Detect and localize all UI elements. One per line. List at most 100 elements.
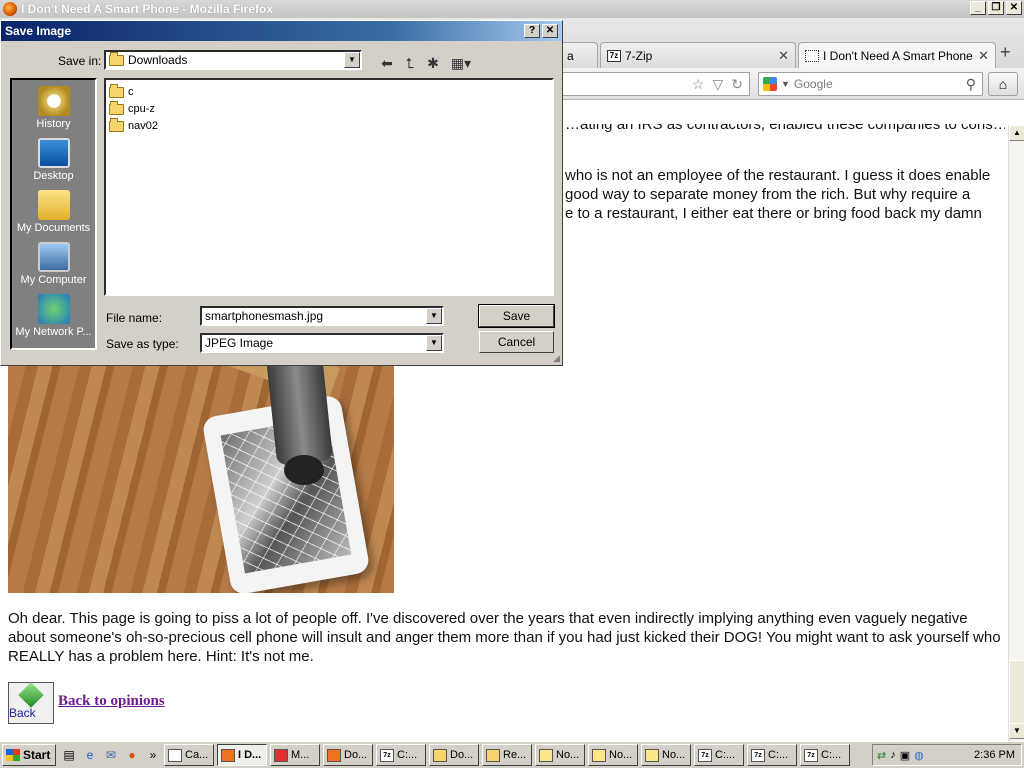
view-menu-icon[interactable]: ▦▾ xyxy=(448,54,474,72)
page-scrollbar[interactable]: ▲ ▼ xyxy=(1008,125,1024,741)
cancel-button[interactable]: Cancel xyxy=(479,331,554,353)
file-name-field[interactable]: smartphonesmash.jpg ▼ xyxy=(200,306,444,326)
task-button-firefox[interactable]: I D... xyxy=(217,744,267,766)
device-icon[interactable]: ▣ xyxy=(900,749,910,762)
chevron-down-icon[interactable]: ▼ xyxy=(426,335,442,351)
search-icon[interactable]: ⚲ xyxy=(966,76,976,93)
task-button[interactable]: Do... xyxy=(323,744,373,766)
list-item[interactable]: nav02 xyxy=(109,117,549,135)
tab-close-icon[interactable]: ✕ xyxy=(978,48,989,64)
back-arrow-icon[interactable]: ⬅ xyxy=(377,54,397,72)
more-chevron-icon[interactable]: » xyxy=(145,747,161,763)
7zip-icon: 7z xyxy=(698,748,712,762)
task-button[interactable]: No... xyxy=(641,744,691,766)
home-button[interactable]: ⌂ xyxy=(988,72,1018,96)
tab-close-icon[interactable]: ✕ xyxy=(778,48,789,64)
folder-icon xyxy=(486,748,500,762)
chevron-down-icon[interactable]: ▼ xyxy=(344,52,360,68)
resize-grip-icon[interactable]: ◢ xyxy=(553,353,560,364)
task-button[interactable]: 7z C:... xyxy=(694,744,744,766)
tab-smartphone-page[interactable]: I Don't Need A Smart Phone ✕ xyxy=(798,42,996,68)
task-button[interactable]: Re... xyxy=(482,744,532,766)
my-documents-icon xyxy=(37,190,70,220)
back-icon-label: Back xyxy=(9,706,36,720)
save-button[interactable]: Save xyxy=(478,304,555,328)
back-to-opinions-link[interactable]: Back to opinions xyxy=(58,693,165,710)
search-bar[interactable]: ▼ Google ⚲ xyxy=(758,72,983,96)
tab-label: a xyxy=(567,48,574,63)
scroll-up-button[interactable]: ▲ xyxy=(1009,125,1024,141)
email-icon[interactable]: ✉ xyxy=(103,747,119,763)
task-button[interactable]: No... xyxy=(535,744,585,766)
task-label: Re... xyxy=(503,749,527,761)
scroll-thumb[interactable] xyxy=(1009,660,1024,724)
notepad-icon xyxy=(539,748,553,762)
google-icon[interactable] xyxy=(763,77,777,91)
folder-icon xyxy=(109,100,124,115)
task-button[interactable]: 7z C:... xyxy=(800,744,850,766)
place-label: History xyxy=(36,118,71,130)
smashed-phone-image[interactable] xyxy=(8,363,394,593)
ie-icon[interactable]: e xyxy=(82,747,98,763)
notepad-icon xyxy=(592,748,606,762)
save-as-type-dropdown[interactable]: JPEG Image ▼ xyxy=(200,333,444,353)
place-my-network[interactable]: My Network P... xyxy=(12,294,95,338)
reload-icon[interactable]: ↻ xyxy=(731,76,743,93)
task-button[interactable]: M... xyxy=(270,744,320,766)
task-label: Ca... xyxy=(185,749,209,761)
my-network-icon xyxy=(37,294,70,324)
task-button[interactable]: 7z C:... xyxy=(747,744,797,766)
new-folder-icon[interactable]: ✱ xyxy=(423,54,443,72)
dialog-close-button[interactable]: ✕ xyxy=(542,24,558,38)
my-computer-icon xyxy=(37,242,70,272)
list-item[interactable]: cpu-z xyxy=(109,100,549,118)
show-desktop-icon[interactable]: ▤ xyxy=(61,747,77,763)
firefox-icon xyxy=(221,748,235,762)
task-label: C:... xyxy=(715,749,736,761)
save-in-label: Save in: xyxy=(58,54,102,68)
task-button[interactable]: Do... xyxy=(429,744,479,766)
file-list[interactable]: c cpu-z nav02 xyxy=(104,78,554,296)
opera-icon xyxy=(274,748,288,762)
volume-icon[interactable]: ♪ xyxy=(890,749,896,761)
new-tab-button[interactable]: + xyxy=(1000,42,1011,63)
history-dropdown-icon[interactable]: ▽ xyxy=(712,76,723,93)
file-name: cpu-z xyxy=(128,103,155,115)
help-button[interactable]: ? xyxy=(524,24,540,38)
partial-line: …ating an IRS as contractors, enabled th… xyxy=(565,116,1005,133)
scroll-down-button[interactable]: ▼ xyxy=(1009,723,1024,739)
save-in-value: Downloads xyxy=(128,53,188,67)
tab-7zip[interactable]: 7z 7-Zip ✕ xyxy=(600,42,796,68)
task-button[interactable]: Ca... xyxy=(164,744,214,766)
task-button[interactable]: No... xyxy=(588,744,638,766)
hammer-face xyxy=(284,455,324,485)
bookmark-star-icon[interactable]: ☆ xyxy=(692,76,705,93)
network-icon[interactable]: ⇄ xyxy=(877,749,886,762)
minimize-button[interactable]: _ xyxy=(970,1,986,15)
partial-line-2: good way to separate money from the rich… xyxy=(565,186,971,203)
place-my-documents[interactable]: My Documents xyxy=(12,190,95,234)
place-my-computer[interactable]: My Computer xyxy=(12,242,95,286)
close-window-button[interactable]: ✕ xyxy=(1006,1,1022,15)
chevron-down-icon[interactable]: ▼ xyxy=(426,308,442,324)
globe-icon[interactable]: ◍ xyxy=(914,749,924,762)
back-icon-button[interactable]: Back xyxy=(8,682,54,724)
task-label: C:... xyxy=(397,749,418,761)
maximize-button[interactable]: ❐ xyxy=(988,1,1004,15)
start-button[interactable]: Start xyxy=(2,744,56,766)
place-label: My Computer xyxy=(20,274,87,286)
task-button[interactable]: 7z C:... xyxy=(376,744,426,766)
place-label: My Network P... xyxy=(15,326,92,338)
task-label: No... xyxy=(556,749,580,761)
up-folder-icon[interactable]: ⮤ xyxy=(400,54,420,72)
list-item[interactable]: c xyxy=(109,83,549,101)
notepad-icon xyxy=(645,748,659,762)
engine-dropdown-icon[interactable]: ▼ xyxy=(781,79,790,89)
tab-label: 7-Zip xyxy=(625,48,653,63)
file-name: c xyxy=(128,86,134,98)
save-in-dropdown[interactable]: Downloads ▼ xyxy=(104,50,362,70)
window-titlebar: I Don't Need A Smart Phone - Mozilla Fir… xyxy=(0,0,1024,18)
place-history[interactable]: History xyxy=(12,86,95,130)
firefox-quicklaunch-icon[interactable]: ● xyxy=(124,747,140,763)
place-desktop[interactable]: Desktop xyxy=(12,138,95,182)
